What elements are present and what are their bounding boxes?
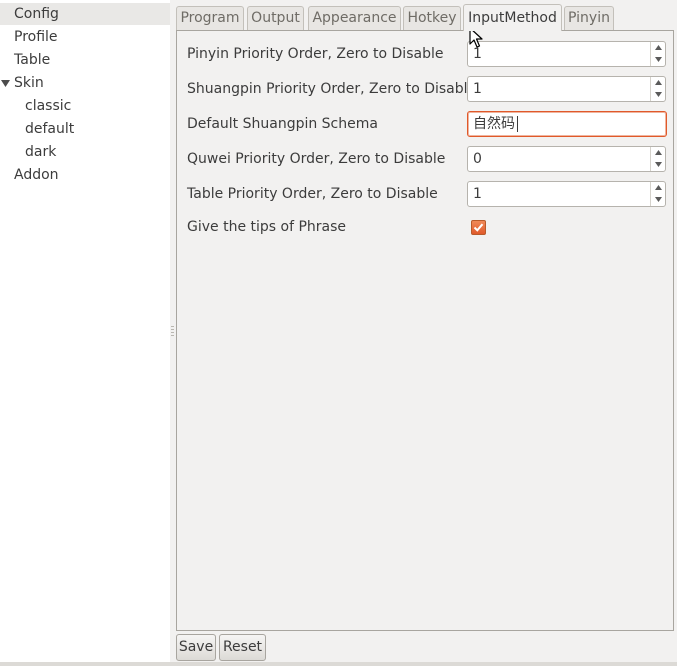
tab-inputmethod[interactable]: InputMethod [463,4,562,31]
arrow-down-icon[interactable] [651,194,665,206]
spin-value[interactable]: 0 [473,147,482,171]
shuangpin-schema-entry[interactable]: 自然码 [467,111,667,137]
save-button[interactable]: Save [176,634,216,661]
triangle-down-icon[interactable] [1,72,11,94]
tab-hotkey[interactable]: Hotkey [403,6,461,30]
tree-item-label: classic [25,98,72,114]
spin-arrows [650,182,665,206]
arrow-up-icon[interactable] [651,42,665,54]
spin-arrows [650,147,665,171]
tree-item-default[interactable]: default [0,118,170,140]
arrow-down-icon[interactable] [651,89,665,101]
reset-button[interactable]: Reset [219,634,266,661]
tree-item-skin[interactable]: Skin [0,72,170,94]
shuangpin-priority-spinbutton[interactable]: 1 [467,76,666,102]
tree-item-label: dark [25,144,57,160]
spin-arrows [650,42,665,66]
checkmark-icon [473,223,484,232]
tree-item-label: default [25,121,75,137]
tab-appearance[interactable]: Appearance [308,6,401,30]
tree-item-label: Table [14,52,51,68]
tab-pinyin[interactable]: Pinyin [564,6,614,30]
tree-item-label: Addon [14,167,59,183]
shuangpin-priority-label: Shuangpin Priority Order, Zero to Disabl… [187,81,477,97]
table-priority-label: Table Priority Order, Zero to Disable [187,186,438,202]
tab-output[interactable]: Output [247,6,304,30]
phrase-tips-checkbox[interactable] [471,220,486,235]
pinyin-priority-label: Pinyin Priority Order, Zero to Disable [187,46,444,62]
tree-item-dark[interactable]: dark [0,141,170,163]
tree-item-label: Config [14,6,59,22]
phrase-tips-label: Give the tips of Phrase [187,219,347,235]
spin-value[interactable]: 1 [473,77,482,101]
splitter-grip-icon [171,326,174,338]
tree-item-table[interactable]: Table [0,49,170,71]
tree-item-classic[interactable]: classic [0,95,170,117]
arrow-down-icon[interactable] [651,159,665,171]
arrow-up-icon[interactable] [651,147,665,159]
arrow-up-icon[interactable] [651,182,665,194]
shuangpin-schema-label: Default Shuangpin Schema [187,116,378,132]
tree-item-profile[interactable]: Profile [0,26,170,48]
tree-item-addon[interactable]: Addon [0,164,170,186]
tab-program[interactable]: Program [176,6,244,30]
entry-value[interactable]: 自然码 [473,112,515,136]
config-tree: Config Profile Table Skin classic defaul… [0,0,170,662]
tree-item-config[interactable]: Config [0,3,170,25]
table-priority-spinbutton[interactable]: 1 [467,181,666,207]
tree-item-label: Profile [14,29,58,45]
text-caret [517,116,518,132]
quwei-priority-label: Quwei Priority Order, Zero to Disable [187,151,446,167]
spin-arrows [650,77,665,101]
pinyin-priority-spinbutton[interactable]: 1 [467,41,666,67]
tree-item-label: Skin [14,75,44,91]
arrow-up-icon[interactable] [651,77,665,89]
window-bottom-edge [0,662,677,666]
quwei-priority-spinbutton[interactable]: 0 [467,146,666,172]
spin-value[interactable]: 1 [473,182,482,206]
arrow-down-icon[interactable] [651,54,665,66]
